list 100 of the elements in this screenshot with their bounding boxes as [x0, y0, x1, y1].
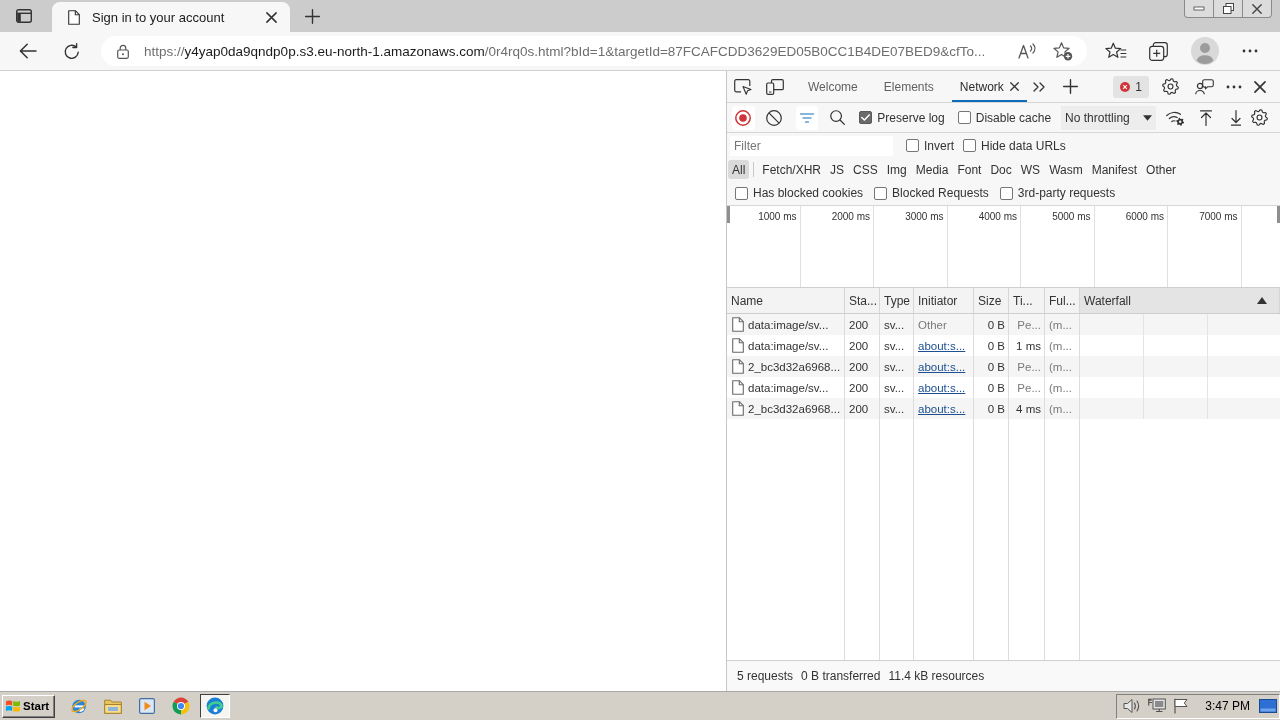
size-text: 0 B [987, 339, 1005, 352]
url-text: https://y4yap0da9qndp0p.s3.eu-north-1.amazonaws.com/0r4rq0s.html?bId=1&targetId=87FCAFCDD3629ED05B0CC1B4DE07BED9&cfTo... [144, 43, 987, 59]
column-header[interactable]: Waterfall [1080, 288, 1280, 313]
flag-icon[interactable] [1173, 698, 1190, 714]
close-icon[interactable] [1009, 82, 1019, 91]
clock-text[interactable]: 3:47 PM [1205, 699, 1250, 713]
column-header[interactable]: Ti... [1009, 288, 1045, 313]
type-filter[interactable]: Media [911, 160, 953, 179]
close-icon [1252, 3, 1262, 14]
sort-icon [1257, 297, 1267, 304]
settings-icon[interactable] [1162, 78, 1179, 95]
status-code: 200 [849, 381, 869, 394]
star-plus-icon[interactable] [1053, 41, 1073, 61]
restore-button[interactable] [1213, 0, 1243, 18]
initiator-link[interactable]: about:s... [918, 360, 966, 373]
type-filter[interactable]: Fetch/XHR [758, 160, 826, 179]
checkbox[interactable] [906, 139, 919, 152]
checkbox[interactable] [957, 111, 971, 124]
close-icon[interactable] [266, 11, 277, 23]
checkbox-label: Hide data URLs [981, 138, 1066, 153]
checkbox[interactable] [859, 111, 873, 124]
type-filter[interactable]: CSS [849, 160, 882, 179]
settings-icon[interactable] [1251, 109, 1268, 126]
type-filter[interactable]: Manifest [1087, 160, 1142, 179]
address-bar[interactable]: https://y4yap0da9qndp0p.s3.eu-north-1.amazonaws.com/0r4rq0s.html?bId=1&targetId=87FCAFCDD3629ED05B0CC1B4DE07BED9&cfTo... [101, 36, 1087, 66]
column-header[interactable]: Size [974, 288, 1009, 313]
sidebar-icon[interactable] [16, 9, 32, 23]
desktop-icon[interactable] [1259, 699, 1277, 713]
upload-icon[interactable] [1200, 109, 1212, 126]
more-icon[interactable] [1242, 49, 1258, 53]
file-icon [68, 9, 80, 25]
initiator-link[interactable]: about:s... [918, 402, 966, 415]
checkbox-label: Blocked Requests [892, 186, 989, 200]
initiator-link[interactable]: about:s... [918, 339, 966, 352]
column-header[interactable]: Name [727, 288, 845, 313]
column-header[interactable]: Initiator [914, 288, 974, 313]
avatar-icon[interactable] [1191, 37, 1219, 65]
search-icon[interactable] [830, 110, 846, 125]
checkbox[interactable] [735, 186, 748, 200]
tick-label: 6000 ms [1125, 211, 1164, 222]
more-icon[interactable] [1226, 84, 1242, 89]
speaker-icon[interactable] [1123, 698, 1142, 714]
type-filter[interactable]: Img [882, 160, 911, 179]
type-filter[interactable]: All [728, 160, 750, 179]
back-icon[interactable] [19, 43, 37, 59]
clear-icon[interactable] [765, 109, 782, 126]
read-aloud-icon[interactable] [1018, 43, 1038, 59]
checkbox[interactable] [874, 186, 888, 200]
feedback-icon[interactable] [1195, 78, 1214, 95]
device-icon[interactable] [766, 78, 784, 95]
favorites-icon[interactable] [1105, 42, 1127, 60]
table-text: (m... [1049, 402, 1072, 415]
collections-icon[interactable] [1149, 41, 1168, 61]
range-handle[interactable] [727, 206, 730, 223]
size-text: 0 B [987, 402, 1005, 415]
type-filter[interactable]: Other [1142, 160, 1181, 179]
table-text: (m... [1049, 360, 1072, 373]
throttling-select[interactable]: No throttling [1061, 105, 1156, 130]
new-tab-icon[interactable] [305, 8, 320, 24]
lock-icon[interactable] [117, 43, 129, 59]
inspect-icon[interactable] [734, 78, 752, 95]
type-filter[interactable]: Doc [986, 160, 1016, 179]
column-header[interactable]: Sta... [845, 288, 880, 313]
file-name: data:image/sv... [748, 318, 829, 331]
browser-tab[interactable]: Sign in to your account [52, 2, 290, 32]
minimize-icon [1194, 7, 1204, 10]
close-button[interactable] [1242, 0, 1272, 18]
devtools-tab[interactable]: Welcome [800, 71, 866, 102]
restore-icon [1222, 3, 1234, 14]
wifi-gear-icon[interactable] [1166, 109, 1185, 126]
type-filter[interactable]: WS [1016, 160, 1045, 179]
table-row[interactable]: 2_bc3d32a6968... 200 sv... about:s... 0 B Pe... (m... [727, 356, 1280, 377]
tick-label: 7000 ms [1199, 211, 1238, 222]
table-row[interactable]: data:image/sv... 200 sv... Other 0 B Pe... (m... [727, 314, 1280, 335]
play-icon [139, 698, 155, 714]
close-icon[interactable] [1254, 80, 1266, 93]
network-icon[interactable] [1148, 698, 1167, 714]
chevrons-icon[interactable] [1032, 81, 1045, 92]
column-header[interactable]: Type [880, 288, 914, 313]
initiator-link[interactable]: about:s... [918, 381, 966, 394]
type-filter[interactable]: Wasm [1045, 160, 1087, 179]
refresh-icon[interactable] [63, 42, 80, 60]
flag-logo-icon [5, 699, 21, 713]
start-button[interactable]: Start [2, 694, 55, 718]
filter-field[interactable]: Filter [730, 135, 893, 156]
download-icon[interactable] [1231, 109, 1241, 126]
checkbox[interactable] [999, 186, 1013, 200]
time-text: Pe... [1017, 318, 1041, 331]
range-handle[interactable] [1277, 206, 1280, 223]
table-row[interactable]: 2_bc3d32a6968... 200 sv... about:s... 0 B 4 ms (m... [727, 398, 1280, 419]
devtools-tab[interactable]: Elements [875, 71, 942, 102]
taskbar-app[interactable] [200, 694, 230, 718]
type-filter[interactable]: Font [953, 160, 986, 179]
plus-icon[interactable] [1062, 79, 1078, 94]
error-badge[interactable]: 1 [1113, 75, 1149, 98]
initiator-text: Other [918, 318, 947, 331]
checkbox[interactable] [963, 139, 976, 152]
type-filter[interactable]: JS [826, 160, 849, 179]
size-text: 0 B [987, 318, 1005, 331]
table-text: (m... [1049, 339, 1072, 352]
